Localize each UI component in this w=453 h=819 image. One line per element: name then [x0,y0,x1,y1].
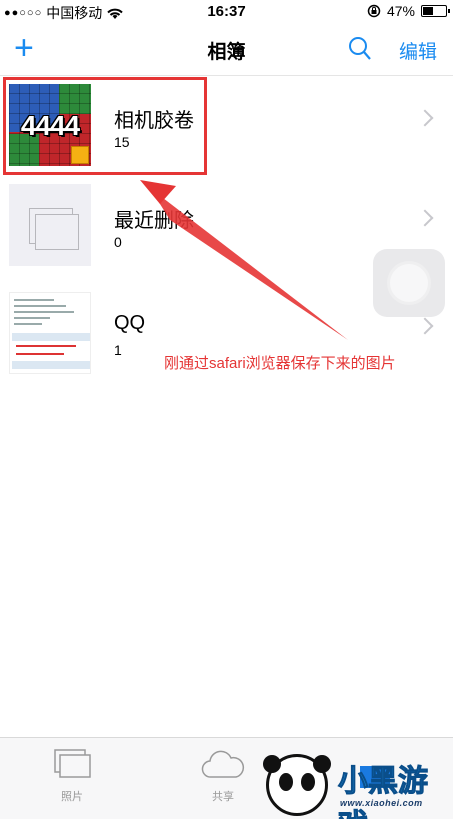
assistive-touch-button[interactable] [373,249,445,317]
panda-icon [263,754,331,816]
watermark-url: www.xiaohei.com [340,798,423,808]
panda-ear [313,755,331,773]
panda-eye [279,773,293,791]
photos-icon [54,749,91,778]
annotation-text: 刚通过safari浏览器保存下来的图片 [164,355,396,372]
cloud-icon [201,750,245,778]
watermark-text: 小黑游戏 [338,765,429,819]
annotation-arrow [140,180,348,340]
panda-eye [301,773,315,791]
tab-shared[interactable]: 共享 [183,746,263,804]
panda-ear [263,755,281,773]
tab-label: 照片 [61,791,83,803]
watermark-logo: 小黑游戏 www.xiaohei.com [256,752,453,819]
tab-label: 共享 [212,791,234,803]
tab-photos[interactable]: 照片 [32,746,112,804]
